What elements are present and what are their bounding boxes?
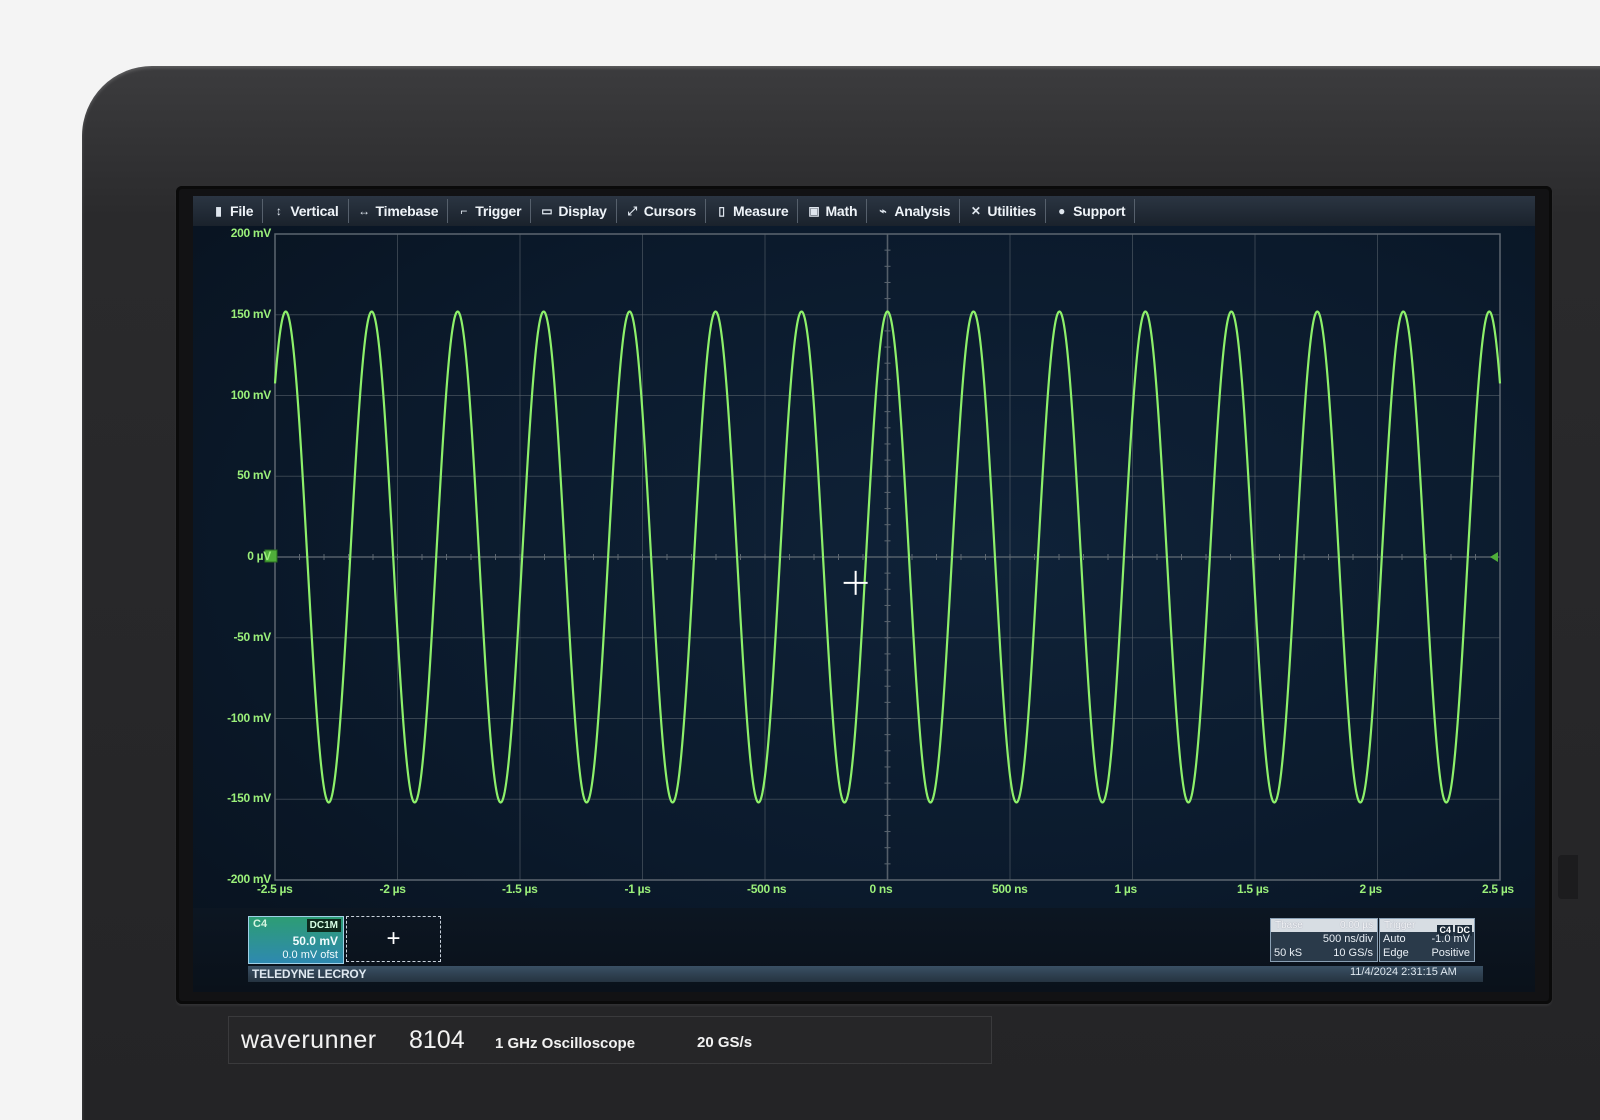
channel-offset: 0.0 mV ofst	[282, 949, 338, 961]
bandwidth-label: 1 GHz Oscilloscope	[495, 1035, 636, 1052]
plus-icon: +	[386, 925, 401, 952]
trigger-mode: Auto	[1383, 933, 1406, 945]
timebase-tdiv: 500 ns/div	[1322, 933, 1373, 945]
timebase-header-label: Tbase	[1275, 920, 1303, 931]
y-tick-label: 150 mV	[230, 306, 272, 321]
add-trace-button[interactable]: +	[346, 916, 441, 962]
waveform-plot[interactable]	[193, 196, 1535, 908]
date-time: 11/4/2024 2:31:15 AM	[1350, 966, 1457, 978]
y-tick-label: 50 mV	[237, 468, 271, 483]
trigger-header: Trigger C4 DC	[1380, 919, 1474, 936]
brand-bar: TELEDYNE LECROY	[248, 966, 1483, 982]
x-tick-label: -2.5 µs	[257, 882, 293, 896]
x-tick-label: -1 µs	[624, 882, 651, 896]
sample-rate-label: 20 GS/s	[697, 1034, 753, 1051]
timebase-descriptor[interactable]: Tbase 0.00 µs 500 ns/div 50 kS 10 GS/s	[1270, 918, 1378, 962]
channel-descriptor-c4[interactable]: C4 DC1M 50.0 mV 0.0 mV ofst	[248, 916, 344, 964]
y-tick-label: 0 µV	[247, 549, 271, 563]
status-area: C4 DC1M 50.0 mV 0.0 mV ofst + Tbase 0.00…	[193, 908, 1535, 992]
timebase-header: Tbase 0.00 µs	[1271, 919, 1377, 932]
oscilloscope-screen[interactable]: ▮ File ↕ Vertical ↔ Timebase ⌐ Trigger ▭ Display ⤢…	[193, 196, 1535, 992]
channel-vdiv: 50.0 mV	[292, 934, 338, 948]
model-number: 8104	[409, 1026, 465, 1054]
trigger-header-label: Trigger	[1384, 920, 1416, 931]
channel-name: C4	[253, 918, 268, 930]
timebase-rate: 10 GS/s	[1333, 947, 1373, 959]
y-tick-label: 100 mV	[230, 387, 272, 402]
x-tick-label: 1 µs	[1114, 882, 1138, 896]
trigger-type: Edge	[1383, 947, 1409, 959]
x-tick-label: -1.5 µs	[502, 882, 538, 896]
trigger-level-marker	[1490, 552, 1498, 562]
trigger-level: -1.0 mV	[1431, 933, 1470, 945]
x-tick-label: -500 ns	[747, 882, 787, 896]
trigger-slope: Positive	[1431, 947, 1470, 959]
y-tick-label: 200 mV	[230, 226, 272, 240]
x-tick-label: 1.5 µs	[1237, 882, 1269, 896]
timebase-samples: 50 kS	[1274, 947, 1303, 959]
y-tick-label: -50 mV	[233, 629, 271, 644]
y-tick-label: -150 mV	[227, 791, 271, 806]
x-tick-label: 500 ns	[992, 882, 1028, 896]
x-tick-label: 2 µs	[1359, 882, 1383, 896]
y-tick-label: -100 mV	[227, 710, 271, 725]
channel-coupling: DC1M	[306, 919, 341, 932]
side-knob[interactable]	[1558, 855, 1578, 899]
x-tick-label: 2.5 µs	[1482, 882, 1514, 896]
brand-logo-text: TELEDYNE LECROY	[252, 967, 367, 981]
model-name: waverunner	[241, 1026, 377, 1054]
x-tick-label: -2 µs	[379, 882, 406, 896]
timebase-delay: 0.00 µs	[1339, 920, 1373, 931]
nameplate: waverunner 8104 1 GHz Oscilloscope 20 GS…	[228, 1016, 992, 1064]
trigger-descriptor[interactable]: Trigger C4 DC Auto -1.0 mV Edge Positive	[1379, 918, 1475, 962]
x-tick-label: 0 ns	[869, 882, 893, 896]
